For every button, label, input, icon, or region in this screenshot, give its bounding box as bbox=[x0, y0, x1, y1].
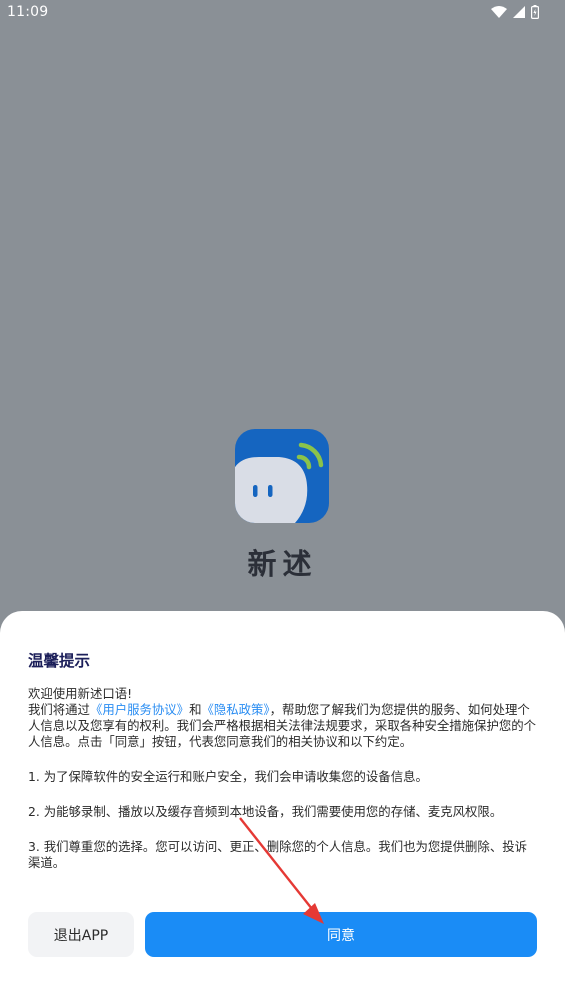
battery-icon bbox=[531, 5, 539, 19]
status-icons bbox=[491, 5, 539, 19]
app-logo-icon bbox=[235, 429, 329, 523]
intro-before-text: 我们将通过 bbox=[28, 702, 90, 717]
dialog-body: 欢迎使用新述口语! 我们将通过《用户服务协议》和《隐私政策》，帮助您了解我们为您… bbox=[28, 686, 538, 871]
privacy-policy-link[interactable]: 《隐私政策》 bbox=[201, 702, 269, 717]
agree-button[interactable]: 同意 bbox=[145, 912, 537, 957]
storage-mic-item: 2. 为能够录制、播放以及缓存音频到本地设备，我们需要使用您的存储、麦克风权限。 bbox=[28, 804, 503, 819]
user-rights-item: 3. 我们尊重您的选择。您可以访问、更正、删除您的个人信息。我们也为您提供删除、… bbox=[28, 839, 527, 870]
intro-paragraph: 我们将通过《用户服务协议》和《隐私政策》，帮助您了解我们为您提供的服务、如何处理… bbox=[28, 702, 538, 750]
device-info-item: 1. 为了保障软件的安全运行和账户安全，我们会申请收集您的设备信息。 bbox=[28, 769, 428, 784]
app-name: 新述 bbox=[247, 547, 318, 581]
dialog-title: 温馨提示 bbox=[28, 652, 91, 670]
status-bar: 11:09 bbox=[0, 0, 565, 26]
exit-app-button[interactable]: 退出APP bbox=[28, 912, 134, 957]
privacy-dialog: 温馨提示 欢迎使用新述口语! 我们将通过《用户服务协议》和《隐私政策》，帮助您了… bbox=[0, 611, 565, 1004]
status-time: 11:09 bbox=[7, 4, 49, 20]
wifi-icon bbox=[491, 6, 507, 18]
user-agreement-link[interactable]: 《用户服务协议》 bbox=[90, 702, 189, 717]
welcome-text: 欢迎使用新述口语! bbox=[28, 686, 133, 701]
and-text: 和 bbox=[189, 702, 202, 717]
signal-icon bbox=[513, 6, 525, 18]
